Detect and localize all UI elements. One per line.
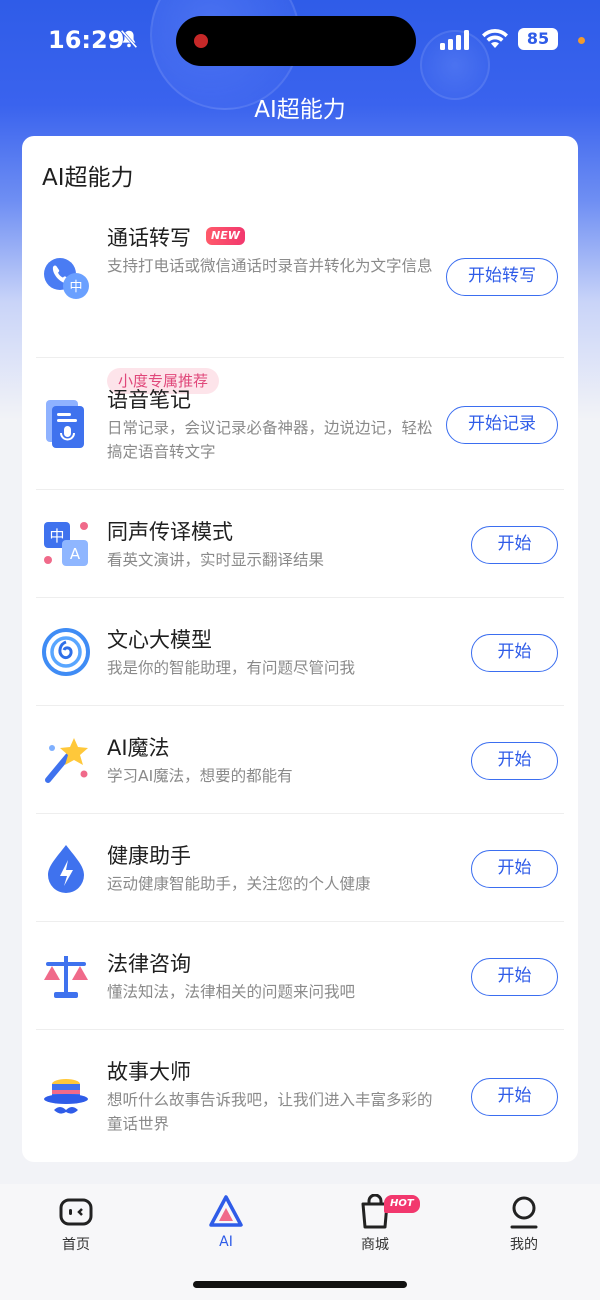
tab-label: 商城 — [361, 1237, 389, 1253]
item-description: 运动健康智能助手，关注您的个人健康 — [107, 875, 371, 893]
list-item-health-assistant[interactable]: 健康助手 运动健康智能助手，关注您的个人健康 开始 — [36, 814, 564, 922]
item-title: 语音笔记 — [107, 388, 191, 412]
item-title: 通话转写 — [107, 226, 191, 250]
recording-indicator-icon — [194, 34, 208, 48]
start-button[interactable]: 开始 — [471, 742, 558, 780]
home-robot-icon — [59, 1198, 93, 1226]
health-drop-icon — [48, 845, 84, 893]
scales-icon — [44, 956, 88, 998]
ai-abilities-card: AI超能力 中 通话转写 NEW 支持打电话或微信通话时录音并转化为文字信息 小… — [22, 136, 578, 1162]
section-title: AI超能力 — [42, 165, 134, 191]
tab-label: 首页 — [62, 1237, 90, 1253]
status-time: 16:29 — [48, 26, 125, 54]
ai-triangle-icon — [209, 1195, 243, 1227]
magician-hat-icon — [44, 1079, 88, 1114]
battery-indicator: 85 — [518, 28, 558, 50]
privacy-indicator-icon — [578, 37, 585, 44]
item-title: 法律咨询 — [107, 952, 191, 976]
cellular-signal-icon — [440, 30, 469, 50]
status-bar: 16:29 85 — [0, 0, 600, 80]
start-record-button[interactable]: 开始记录 — [446, 406, 558, 444]
item-description: 支持打电话或微信通话时录音并转化为文字信息 — [107, 257, 433, 275]
list-item-voice-note[interactable]: 语音笔记 日常记录，会议记录必备神器，边说边记，轻松搞定语音转文字 开始记录 — [36, 358, 564, 490]
dynamic-island — [176, 16, 416, 66]
item-description: 看英文演讲，实时显示翻译结果 — [107, 551, 325, 569]
tab-label: AI — [219, 1234, 233, 1250]
hot-badge: HOT — [384, 1195, 420, 1213]
start-transcribe-button[interactable]: 开始转写 — [446, 258, 558, 296]
call-transcribe-icon: 中 — [44, 258, 89, 299]
new-badge: NEW — [206, 227, 245, 245]
list-item-ai-magic[interactable]: AI魔法 学习AI魔法，想要的都能有 开始 — [36, 706, 564, 814]
start-button[interactable]: 开始 — [471, 526, 558, 564]
item-description: 日常记录，会议记录必备神器，边说边记，轻松搞定语音转文字 — [107, 419, 433, 461]
list-item-legal-consult[interactable]: 法律咨询 懂法知法，法律相关的问题来问我吧 开始 — [36, 922, 564, 1030]
ernie-icon — [42, 628, 90, 676]
item-description: 懂法知法，法律相关的问题来问我吧 — [107, 983, 356, 1001]
home-indicator[interactable] — [193, 1281, 407, 1288]
start-button[interactable]: 开始 — [471, 634, 558, 672]
item-title: 文心大模型 — [107, 628, 212, 652]
voice-note-icon — [46, 400, 84, 448]
silent-bell-icon — [120, 29, 138, 49]
item-title: AI魔法 — [107, 736, 170, 760]
start-button[interactable]: 开始 — [471, 1078, 558, 1116]
magic-wand-icon — [45, 738, 88, 783]
start-button[interactable]: 开始 — [471, 958, 558, 996]
item-description: 我是你的智能助理，有问题尽管问我 — [107, 659, 356, 677]
item-description: 想听什么故事告诉我吧，让我们进入丰富多彩的童话世界 — [107, 1091, 433, 1133]
list-item-call-transcribe[interactable]: 中 通话转写 NEW 支持打电话或微信通话时录音并转化为文字信息 小度专属推荐 … — [36, 200, 564, 394]
item-description: 学习AI魔法，想要的都能有 — [107, 767, 293, 785]
tab-mine[interactable]: 我的 — [484, 1194, 564, 1256]
list-item-simultaneous-translation[interactable]: 中 A 同声传译模式 看英文演讲，实时显示翻译结果 开始 — [36, 490, 564, 598]
item-title: 同声传译模式 — [107, 520, 233, 544]
svg-text:中: 中 — [69, 280, 82, 295]
svg-text:A: A — [70, 545, 81, 563]
page-title: AI超能力 — [254, 97, 346, 123]
item-title: 健康助手 — [107, 844, 191, 868]
profile-icon — [510, 1196, 538, 1229]
tab-ai[interactable]: AI — [186, 1194, 266, 1256]
svg-text:中: 中 — [49, 527, 64, 545]
item-title: 故事大师 — [107, 1060, 191, 1084]
list-item-story-master[interactable]: 故事大师 想听什么故事告诉我吧，让我们进入丰富多彩的童话世界 开始 — [36, 1030, 564, 1160]
wifi-icon — [482, 28, 508, 48]
start-button[interactable]: 开始 — [471, 850, 558, 888]
list-item-ernie[interactable]: 文心大模型 我是你的智能助理，有问题尽管问我 开始 — [36, 598, 564, 706]
tab-label: 我的 — [510, 1237, 538, 1253]
translate-icon: 中 A — [44, 522, 88, 566]
tab-home[interactable]: 首页 — [36, 1194, 116, 1256]
